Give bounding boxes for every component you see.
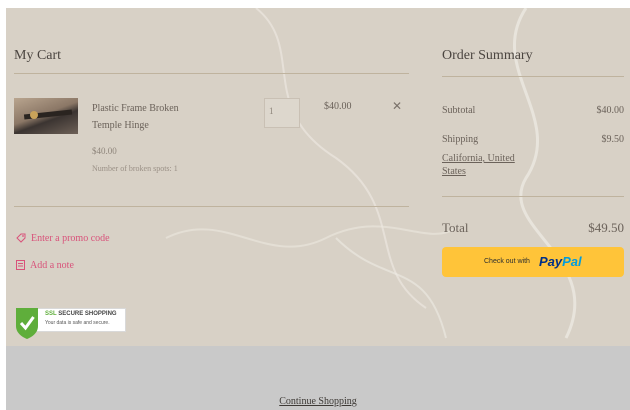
product-option: Number of broken spots: 1 xyxy=(92,164,178,173)
product-name[interactable]: Plastic Frame Broken Temple Hinge xyxy=(92,100,202,134)
paypal-button-prefix: Check out with xyxy=(484,258,530,265)
quantity-input[interactable]: 1 xyxy=(264,98,300,128)
ssl-badge-card: SSL SECURE SHOPPING Your data is safe an… xyxy=(28,308,126,332)
check-shield-icon xyxy=(16,308,38,339)
add-note-label: Add a note xyxy=(30,260,74,271)
continue-shopping-link[interactable]: Continue Shopping xyxy=(6,396,630,407)
paypal-logo: PayPal xyxy=(539,254,582,269)
ssl-badge-title: SSL SECURE SHOPPING xyxy=(45,311,117,317)
product-thumbnail[interactable] xyxy=(14,98,78,134)
ssl-badge-prefix: SSL xyxy=(45,311,57,317)
total-label: Total xyxy=(442,220,469,235)
paypal-logo-pay: Pay xyxy=(539,254,563,269)
add-note-link[interactable]: Add a note xyxy=(16,260,74,271)
ssl-badge: SSL SECURE SHOPPING Your data is safe an… xyxy=(14,306,126,339)
shipping-destination-link[interactable]: California, United States xyxy=(442,152,532,178)
continue-shopping-label: Continue Shopping xyxy=(279,396,357,407)
paypal-logo-pal: Pal xyxy=(562,254,582,269)
subtotal-value: $40.00 xyxy=(596,105,625,116)
cart-items-divider xyxy=(14,206,409,207)
tag-icon xyxy=(16,233,26,243)
subtotal-label: Subtotal xyxy=(442,105,476,116)
product-unit-price: $40.00 xyxy=(92,146,117,156)
cart-page: My Cart Plastic Frame Broken Temple Hing… xyxy=(6,8,630,410)
ssl-badge-subtitle: Your data is safe and secure. xyxy=(45,320,110,326)
cart-title: My Cart xyxy=(14,48,62,63)
line-total: $40.00 xyxy=(324,101,352,112)
note-icon xyxy=(16,260,25,270)
order-summary-title: Order Summary xyxy=(442,48,533,63)
promo-code-label: Enter a promo code xyxy=(31,233,110,244)
total-value: $49.50 xyxy=(588,220,624,235)
paypal-checkout-button[interactable]: Check out with PayPal xyxy=(442,247,624,277)
shipping-value: $9.50 xyxy=(601,134,625,145)
summary-header-divider xyxy=(442,76,624,77)
summary-total-divider xyxy=(442,196,624,197)
cart-header-divider xyxy=(14,73,409,74)
promo-code-link[interactable]: Enter a promo code xyxy=(16,233,110,244)
ssl-badge-title-text: SECURE SHOPPING xyxy=(58,311,117,317)
remove-item-icon[interactable]: ✕ xyxy=(392,99,402,114)
shipping-label: Shipping xyxy=(442,134,479,145)
